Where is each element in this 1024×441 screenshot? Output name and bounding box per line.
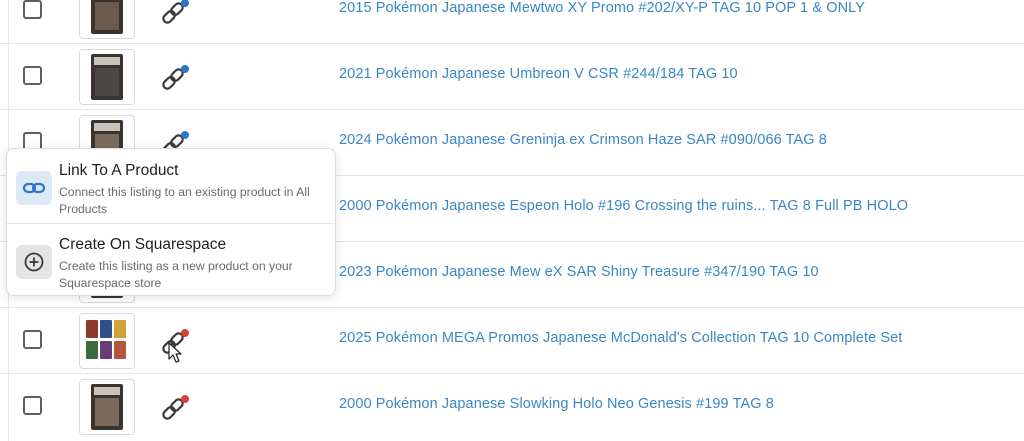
table-row: 2015 Pokémon Japanese Mewtwo XY Promo #2…	[0, 0, 1024, 44]
row-checkbox[interactable]	[23, 396, 42, 415]
row-checkbox[interactable]	[23, 330, 42, 349]
listing-thumbnail[interactable]	[79, 313, 135, 369]
status-dot-red	[181, 329, 189, 337]
listing-thumbnail[interactable]	[79, 49, 135, 105]
listing-title-link[interactable]: 2000 Pokémon Japanese Espeon Holo #196 C…	[339, 198, 908, 214]
row-checkbox[interactable]	[23, 0, 42, 19]
listing-title-link[interactable]: 2025 Pokémon MEGA Promos Japanese McDona…	[339, 330, 902, 346]
link-to-product-option[interactable]: Link To A Product Connect this listing t…	[7, 151, 335, 224]
listing-title-link[interactable]: 2023 Pokémon Japanese Mew eX SAR Shiny T…	[339, 264, 819, 280]
listing-thumbnail[interactable]	[79, 0, 135, 39]
option-description: Create this listing as a new product on …	[59, 259, 293, 290]
link-icon[interactable]	[159, 64, 189, 92]
status-dot-red	[181, 395, 189, 403]
status-dot-blue	[181, 65, 189, 73]
create-on-squarespace-option[interactable]: Create On Squarespace Create this listin…	[7, 225, 335, 297]
listing-title-link[interactable]: 2000 Pokémon Japanese Slowking Holo Neo …	[339, 396, 774, 412]
table-row: 2021 Pokémon Japanese Umbreon V CSR #244…	[0, 44, 1024, 110]
listing-thumbnail[interactable]	[79, 379, 135, 435]
mouse-pointer-icon	[168, 342, 182, 363]
listing-title-link[interactable]: 2021 Pokémon Japanese Umbreon V CSR #244…	[339, 66, 738, 82]
option-title: Create On Squarespace	[59, 236, 227, 253]
listing-title-link[interactable]: 2024 Pokémon Japanese Greninja ex Crimso…	[339, 132, 827, 148]
status-dot-blue	[181, 131, 189, 139]
link-icon[interactable]	[159, 0, 189, 26]
table-row: 2025 Pokémon MEGA Promos Japanese McDona…	[0, 308, 1024, 374]
option-description: Connect this listing to an existing prod…	[59, 185, 310, 216]
option-title: Link To A Product	[59, 162, 179, 179]
row-checkbox[interactable]	[23, 66, 42, 85]
link-icon[interactable]	[159, 394, 189, 422]
plus-circle-icon	[16, 245, 52, 279]
table-row: 2000 Pokémon Japanese Slowking Holo Neo …	[0, 374, 1024, 440]
chain-link-icon	[16, 171, 52, 205]
listing-title-link[interactable]: 2015 Pokémon Japanese Mewtwo XY Promo #2…	[339, 0, 865, 16]
link-options-popup: Link To A Product Connect this listing t…	[6, 148, 336, 296]
